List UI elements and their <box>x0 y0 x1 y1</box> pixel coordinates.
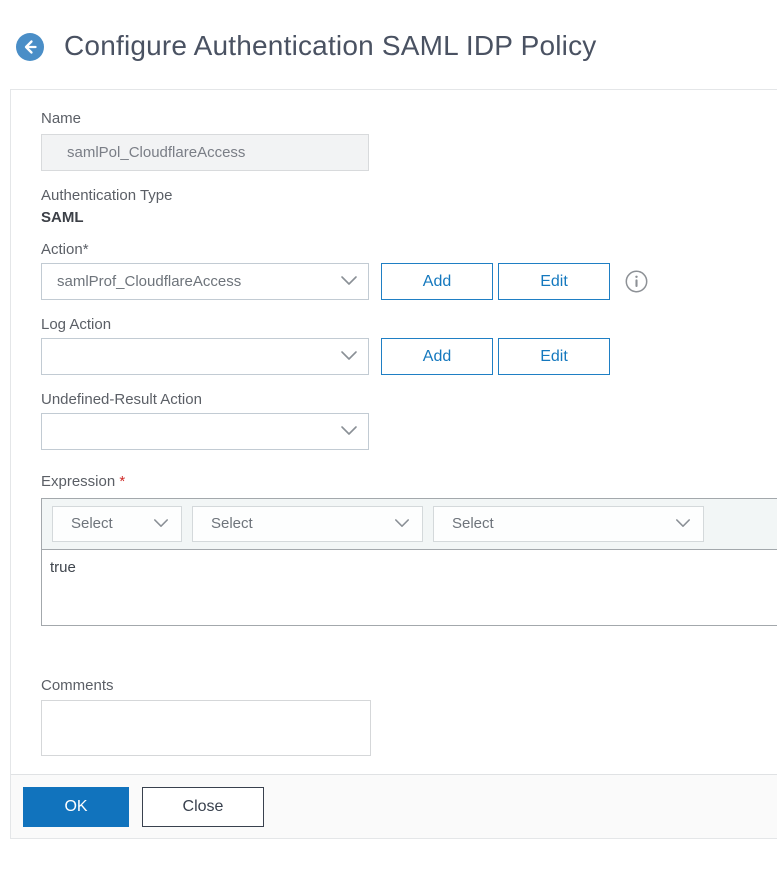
comments-input[interactable] <box>41 700 371 756</box>
name-field: samlPol_CloudflareAccess <box>41 134 369 171</box>
chevron-down-icon <box>394 517 410 535</box>
log-action-label: Log Action <box>41 316 112 333</box>
expression-select-2-placeholder: Select <box>211 515 253 532</box>
action-select-value: samlProf_CloudflareAccess <box>57 273 242 290</box>
required-asterisk: * <box>119 473 126 490</box>
action-add-button[interactable]: Add <box>381 263 493 300</box>
close-button[interactable]: Close <box>142 786 264 827</box>
expression-select-1[interactable]: Select <box>52 506 182 542</box>
action-row: samlProf_CloudflareAccess Add Edit <box>41 263 777 300</box>
form-panel: Name samlPol_CloudflareAccess Authentica… <box>10 89 777 839</box>
comments-label: Comments <box>41 677 114 694</box>
expression-select-2[interactable]: Select <box>192 506 423 542</box>
chevron-down-icon <box>675 517 691 535</box>
log-action-edit-button[interactable]: Edit <box>498 338 610 375</box>
chevron-down-icon <box>153 517 169 535</box>
undefined-result-action-row <box>41 413 777 450</box>
info-icon[interactable] <box>625 270 648 293</box>
log-action-select[interactable] <box>41 338 369 375</box>
authentication-type-label: Authentication Type <box>41 187 173 204</box>
expression-toolbar: Select Select Select <box>42 499 777 550</box>
expression-select-3-placeholder: Select <box>452 515 494 532</box>
log-action-row: Add Edit <box>41 338 777 375</box>
arrow-left-icon <box>16 33 44 64</box>
ok-button[interactable]: OK <box>23 786 129 827</box>
authentication-type-value: SAML <box>41 209 84 226</box>
action-select[interactable]: samlProf_CloudflareAccess <box>41 263 369 300</box>
back-button[interactable] <box>16 33 44 61</box>
expression-input[interactable]: true <box>42 550 777 625</box>
form-footer: OK Close <box>11 774 777 838</box>
form-content: Name samlPol_CloudflareAccess Authentica… <box>11 90 777 756</box>
expression-select-3[interactable]: Select <box>433 506 704 542</box>
name-label: Name <box>41 110 82 127</box>
chevron-down-icon <box>340 424 358 443</box>
page-title: Configure Authentication SAML IDP Policy <box>64 30 597 61</box>
action-edit-button[interactable]: Edit <box>498 263 610 300</box>
chevron-down-icon <box>340 274 358 293</box>
undefined-result-action-select[interactable] <box>41 413 369 450</box>
page-header: Configure Authentication SAML IDP Policy <box>0 0 777 89</box>
expression-builder: Select Select Select true <box>41 498 777 626</box>
undefined-result-action-label: Undefined-Result Action <box>41 391 202 408</box>
chevron-down-icon <box>340 349 358 368</box>
expression-label: Expression * <box>41 473 126 490</box>
action-label: Action* <box>41 241 89 258</box>
expression-select-1-placeholder: Select <box>71 515 113 532</box>
log-action-add-button[interactable]: Add <box>381 338 493 375</box>
